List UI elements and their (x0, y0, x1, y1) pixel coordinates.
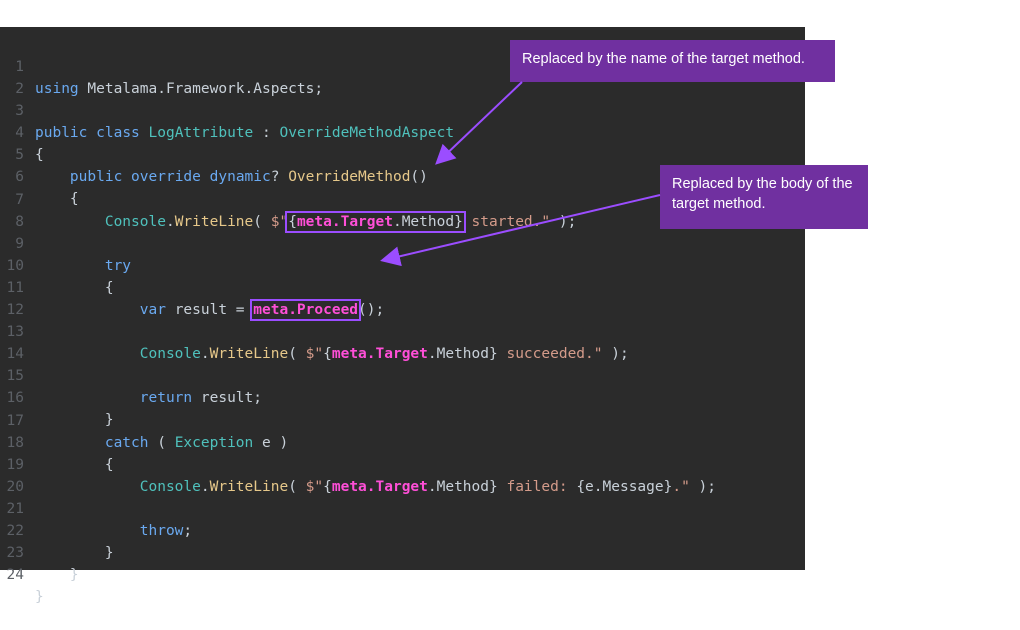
code-line-4: 4 { (0, 100, 805, 163)
brace: } (35, 589, 44, 606)
code-line-24: 24 } (0, 542, 805, 605)
callout-method-body: Replaced by the body of the target metho… (660, 165, 868, 229)
code-line-15: 15 return result; (0, 343, 805, 406)
brace: } (69, 567, 79, 584)
code-line-17: 17 catch ( Exception e ) (0, 388, 805, 451)
code-line-16: 16 } (0, 365, 805, 428)
callout-text: Replaced by the name of the target metho… (522, 51, 805, 67)
code-line-23: 23 } (0, 520, 805, 583)
code-line-21: 21 throw; (0, 476, 805, 539)
code-line-5: 5 public override dynamic? OverrideMetho… (0, 122, 805, 185)
code-editor: 1 using Metalama.Framework.Aspects; 2 3 … (0, 27, 805, 605)
code-line-19: 19 Console.WriteLine( $"{meta.Target.Met… (0, 432, 805, 495)
code-line-14: 14 (0, 321, 805, 362)
code-line-18: 18 { (0, 410, 805, 473)
code-line-11: 11 var result = meta.Proceed(); (0, 255, 805, 321)
code-line-20: 20 (0, 454, 805, 495)
code-line-6: 6 { (0, 144, 805, 207)
code-line-10: 10 { (0, 233, 805, 296)
callout-method-name: Replaced by the name of the target metho… (510, 40, 835, 82)
code-line-13: 13 Console.WriteLine( $"{meta.Target.Met… (0, 299, 805, 362)
code-line-22: 22 } (0, 498, 805, 561)
code-block: 1 using Metalama.Framework.Aspects; 2 3 … (0, 34, 805, 605)
callout-text: Replaced by the body of the target metho… (672, 176, 853, 212)
code-line-12: 12 (0, 277, 805, 318)
line-number: 24 (6, 567, 24, 584)
